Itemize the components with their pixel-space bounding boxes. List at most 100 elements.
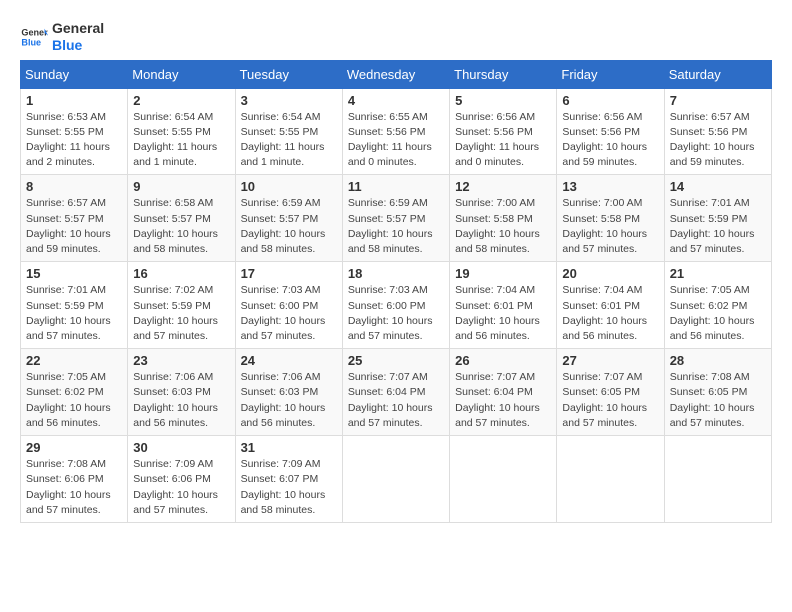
calendar-cell: 16 Sunrise: 7:02 AM Sunset: 5:59 PM Dayl…	[128, 262, 235, 349]
logo: General Blue General Blue	[20, 20, 104, 54]
day-info: Sunrise: 7:08 AM Sunset: 6:06 PM Dayligh…	[26, 457, 122, 518]
calendar-cell: 1 Sunrise: 6:53 AM Sunset: 5:55 PM Dayli…	[21, 88, 128, 175]
day-number: 4	[348, 93, 444, 108]
calendar-cell	[557, 436, 664, 523]
calendar-table: SundayMondayTuesdayWednesdayThursdayFrid…	[20, 60, 772, 523]
day-number: 21	[670, 266, 766, 281]
day-info: Sunrise: 7:09 AM Sunset: 6:07 PM Dayligh…	[241, 457, 337, 518]
calendar-cell: 26 Sunrise: 7:07 AM Sunset: 6:04 PM Dayl…	[450, 349, 557, 436]
day-number: 22	[26, 353, 122, 368]
calendar-cell: 2 Sunrise: 6:54 AM Sunset: 5:55 PM Dayli…	[128, 88, 235, 175]
day-info: Sunrise: 7:01 AM Sunset: 5:59 PM Dayligh…	[670, 196, 766, 257]
calendar-header-saturday: Saturday	[664, 60, 771, 88]
day-number: 1	[26, 93, 122, 108]
day-info: Sunrise: 6:54 AM Sunset: 5:55 PM Dayligh…	[133, 110, 229, 171]
day-info: Sunrise: 6:59 AM Sunset: 5:57 PM Dayligh…	[348, 196, 444, 257]
calendar-cell: 5 Sunrise: 6:56 AM Sunset: 5:56 PM Dayli…	[450, 88, 557, 175]
day-number: 19	[455, 266, 551, 281]
calendar-header-thursday: Thursday	[450, 60, 557, 88]
day-number: 11	[348, 179, 444, 194]
day-number: 17	[241, 266, 337, 281]
day-number: 29	[26, 440, 122, 455]
day-info: Sunrise: 7:00 AM Sunset: 5:58 PM Dayligh…	[562, 196, 658, 257]
day-number: 3	[241, 93, 337, 108]
svg-text:General: General	[21, 27, 48, 37]
calendar-cell: 27 Sunrise: 7:07 AM Sunset: 6:05 PM Dayl…	[557, 349, 664, 436]
calendar-week-row: 1 Sunrise: 6:53 AM Sunset: 5:55 PM Dayli…	[21, 88, 772, 175]
day-number: 13	[562, 179, 658, 194]
day-info: Sunrise: 6:54 AM Sunset: 5:55 PM Dayligh…	[241, 110, 337, 171]
day-number: 25	[348, 353, 444, 368]
day-number: 30	[133, 440, 229, 455]
calendar-cell: 3 Sunrise: 6:54 AM Sunset: 5:55 PM Dayli…	[235, 88, 342, 175]
day-number: 18	[348, 266, 444, 281]
calendar-cell: 18 Sunrise: 7:03 AM Sunset: 6:00 PM Dayl…	[342, 262, 449, 349]
calendar-cell: 23 Sunrise: 7:06 AM Sunset: 6:03 PM Dayl…	[128, 349, 235, 436]
calendar-header-wednesday: Wednesday	[342, 60, 449, 88]
day-number: 16	[133, 266, 229, 281]
day-info: Sunrise: 7:00 AM Sunset: 5:58 PM Dayligh…	[455, 196, 551, 257]
calendar-header-friday: Friday	[557, 60, 664, 88]
day-info: Sunrise: 6:53 AM Sunset: 5:55 PM Dayligh…	[26, 110, 122, 171]
day-info: Sunrise: 7:05 AM Sunset: 6:02 PM Dayligh…	[670, 283, 766, 344]
day-info: Sunrise: 6:58 AM Sunset: 5:57 PM Dayligh…	[133, 196, 229, 257]
logo-icon: General Blue	[20, 23, 48, 51]
calendar-cell: 7 Sunrise: 6:57 AM Sunset: 5:56 PM Dayli…	[664, 88, 771, 175]
day-info: Sunrise: 7:01 AM Sunset: 5:59 PM Dayligh…	[26, 283, 122, 344]
calendar-cell: 13 Sunrise: 7:00 AM Sunset: 5:58 PM Dayl…	[557, 175, 664, 262]
svg-text:Blue: Blue	[21, 37, 41, 47]
calendar-cell: 11 Sunrise: 6:59 AM Sunset: 5:57 PM Dayl…	[342, 175, 449, 262]
calendar-header-monday: Monday	[128, 60, 235, 88]
calendar-cell: 6 Sunrise: 6:56 AM Sunset: 5:56 PM Dayli…	[557, 88, 664, 175]
calendar-cell: 4 Sunrise: 6:55 AM Sunset: 5:56 PM Dayli…	[342, 88, 449, 175]
day-number: 9	[133, 179, 229, 194]
calendar-cell: 24 Sunrise: 7:06 AM Sunset: 6:03 PM Dayl…	[235, 349, 342, 436]
day-number: 8	[26, 179, 122, 194]
calendar-body: 1 Sunrise: 6:53 AM Sunset: 5:55 PM Dayli…	[21, 88, 772, 522]
calendar-cell: 29 Sunrise: 7:08 AM Sunset: 6:06 PM Dayl…	[21, 436, 128, 523]
calendar-header-row: SundayMondayTuesdayWednesdayThursdayFrid…	[21, 60, 772, 88]
day-info: Sunrise: 7:04 AM Sunset: 6:01 PM Dayligh…	[562, 283, 658, 344]
calendar-week-row: 15 Sunrise: 7:01 AM Sunset: 5:59 PM Dayl…	[21, 262, 772, 349]
calendar-cell: 17 Sunrise: 7:03 AM Sunset: 6:00 PM Dayl…	[235, 262, 342, 349]
day-info: Sunrise: 6:57 AM Sunset: 5:57 PM Dayligh…	[26, 196, 122, 257]
calendar-cell	[664, 436, 771, 523]
calendar-cell: 22 Sunrise: 7:05 AM Sunset: 6:02 PM Dayl…	[21, 349, 128, 436]
day-info: Sunrise: 7:09 AM Sunset: 6:06 PM Dayligh…	[133, 457, 229, 518]
day-info: Sunrise: 6:56 AM Sunset: 5:56 PM Dayligh…	[455, 110, 551, 171]
calendar-cell	[342, 436, 449, 523]
calendar-cell: 9 Sunrise: 6:58 AM Sunset: 5:57 PM Dayli…	[128, 175, 235, 262]
day-info: Sunrise: 7:07 AM Sunset: 6:04 PM Dayligh…	[348, 370, 444, 431]
calendar-cell: 8 Sunrise: 6:57 AM Sunset: 5:57 PM Dayli…	[21, 175, 128, 262]
calendar-cell: 14 Sunrise: 7:01 AM Sunset: 5:59 PM Dayl…	[664, 175, 771, 262]
day-number: 2	[133, 93, 229, 108]
day-number: 31	[241, 440, 337, 455]
calendar-week-row: 8 Sunrise: 6:57 AM Sunset: 5:57 PM Dayli…	[21, 175, 772, 262]
day-info: Sunrise: 7:07 AM Sunset: 6:05 PM Dayligh…	[562, 370, 658, 431]
calendar-week-row: 29 Sunrise: 7:08 AM Sunset: 6:06 PM Dayl…	[21, 436, 772, 523]
calendar-cell: 30 Sunrise: 7:09 AM Sunset: 6:06 PM Dayl…	[128, 436, 235, 523]
calendar-cell: 20 Sunrise: 7:04 AM Sunset: 6:01 PM Dayl…	[557, 262, 664, 349]
calendar-cell: 10 Sunrise: 6:59 AM Sunset: 5:57 PM Dayl…	[235, 175, 342, 262]
day-number: 24	[241, 353, 337, 368]
calendar-cell: 31 Sunrise: 7:09 AM Sunset: 6:07 PM Dayl…	[235, 436, 342, 523]
day-number: 26	[455, 353, 551, 368]
day-info: Sunrise: 7:02 AM Sunset: 5:59 PM Dayligh…	[133, 283, 229, 344]
day-number: 15	[26, 266, 122, 281]
day-info: Sunrise: 6:55 AM Sunset: 5:56 PM Dayligh…	[348, 110, 444, 171]
page-header: General Blue General Blue	[20, 20, 772, 54]
day-info: Sunrise: 6:59 AM Sunset: 5:57 PM Dayligh…	[241, 196, 337, 257]
day-number: 6	[562, 93, 658, 108]
day-info: Sunrise: 6:57 AM Sunset: 5:56 PM Dayligh…	[670, 110, 766, 171]
calendar-cell	[450, 436, 557, 523]
day-info: Sunrise: 7:07 AM Sunset: 6:04 PM Dayligh…	[455, 370, 551, 431]
day-info: Sunrise: 7:04 AM Sunset: 6:01 PM Dayligh…	[455, 283, 551, 344]
day-number: 5	[455, 93, 551, 108]
calendar-week-row: 22 Sunrise: 7:05 AM Sunset: 6:02 PM Dayl…	[21, 349, 772, 436]
calendar-header-sunday: Sunday	[21, 60, 128, 88]
calendar-cell: 28 Sunrise: 7:08 AM Sunset: 6:05 PM Dayl…	[664, 349, 771, 436]
day-number: 10	[241, 179, 337, 194]
day-info: Sunrise: 7:06 AM Sunset: 6:03 PM Dayligh…	[241, 370, 337, 431]
calendar-cell: 12 Sunrise: 7:00 AM Sunset: 5:58 PM Dayl…	[450, 175, 557, 262]
day-number: 12	[455, 179, 551, 194]
